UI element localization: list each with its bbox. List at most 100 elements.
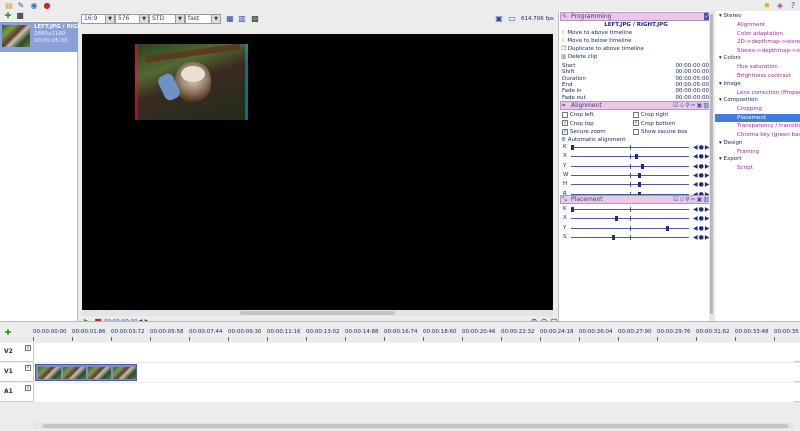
effect-item[interactable]: Script	[715, 164, 800, 172]
effect-item[interactable]: Brightness contrast	[715, 72, 800, 80]
grid-icon[interactable]: ▩	[250, 14, 260, 24]
field-value[interactable]: 00:00:00:00	[675, 95, 709, 101]
slider-knob[interactable]	[666, 225, 670, 231]
placement-header[interactable]: ⤡ Placement ☑✩⚲✂▣▥	[560, 195, 713, 204]
image-view-icon[interactable]: ▦	[225, 14, 235, 24]
slider-knob[interactable]	[638, 172, 642, 178]
field-value[interactable]: 00:00:00:00	[675, 88, 709, 94]
track-enable-checkbox[interactable]: ✓	[25, 365, 31, 371]
slider-track[interactable]	[571, 182, 689, 188]
edit-icon[interactable]: ✎	[16, 1, 26, 11]
new-project-icon[interactable]: ▤	[4, 1, 14, 11]
effect-category[interactable]: ▾ Stereo	[719, 13, 741, 19]
checkbox[interactable]	[633, 111, 639, 118]
slider-knob[interactable]	[634, 154, 638, 160]
checkbox[interactable]	[633, 128, 639, 135]
field-value[interactable]: 00:00:00:00	[675, 69, 709, 75]
alignment-option[interactable]: Crop right	[633, 111, 669, 119]
chevron-down-icon[interactable]: ▼	[211, 15, 220, 23]
slider-controls[interactable]: ◀●▶	[693, 153, 710, 160]
track-lane[interactable]	[33, 343, 794, 362]
track-enable-checkbox[interactable]: ✓	[25, 385, 31, 391]
effect-item[interactable]: Framing	[715, 148, 800, 156]
slider-controls[interactable]: ◀●▶	[693, 225, 710, 232]
effect-item[interactable]: Hue saturation	[715, 63, 800, 71]
record-icon[interactable]: ●	[42, 1, 52, 11]
alignment-option[interactable]: ✓ Secure zoom	[562, 128, 606, 136]
track-lane[interactable]	[33, 383, 794, 402]
slider-knob[interactable]	[615, 216, 619, 222]
checkbox[interactable]: ✓	[562, 120, 568, 126]
slider-track[interactable]	[571, 154, 689, 160]
slider-controls[interactable]: ◀●▶	[693, 144, 710, 151]
remove-icon[interactable]: ■	[15, 11, 25, 21]
bin-clip-item[interactable]: LEFT.JPG / RIGH 2880x2160 00:00:05:00	[0, 22, 82, 52]
slider-knob[interactable]	[571, 207, 574, 212]
alignment-tool-icons[interactable]: ☑✩⚲✂▣▥	[673, 102, 710, 109]
slider-track[interactable]	[571, 145, 689, 150]
effect-category[interactable]: ▾ Image	[719, 81, 741, 87]
track-lane[interactable]	[33, 363, 794, 382]
field-value[interactable]: 00:00:05:00	[675, 82, 709, 88]
alignment-header[interactable]: ⌗ Alignment ☑✩⚲✂▣▥	[560, 101, 713, 110]
effect-item[interactable]: 2D->depthmap->stereo	[715, 38, 800, 46]
duplicate-action[interactable]: ❐ Duplicate to above timeline	[561, 45, 644, 53]
move-below-action[interactable]: ⇩ Move to below timeline	[561, 37, 632, 45]
timeline-scrollbar[interactable]	[33, 423, 794, 429]
effect-item[interactable]: Stereo->depthmap->stereo	[715, 47, 800, 55]
preview-screen[interactable]	[82, 34, 553, 311]
slider-controls[interactable]: ◀●▶	[693, 172, 710, 179]
field-value[interactable]: 00:00:05:00	[675, 76, 709, 82]
chevron-down-icon[interactable]: ▼	[105, 15, 114, 23]
add-icon[interactable]: ✚	[3, 11, 13, 21]
color-palette-icon[interactable]: ◈	[775, 1, 785, 11]
slider-knob[interactable]	[571, 145, 574, 150]
track-enable-checkbox[interactable]: ✓	[25, 345, 31, 351]
timeline-ruler[interactable]: 00:00:00:00 00:00:01:86 00:00:03:72 00:00:0…	[33, 326, 799, 341]
slider-controls[interactable]: ◀●▶	[693, 163, 710, 170]
speed-select[interactable]: fast ▼	[185, 14, 221, 24]
alignment-option[interactable]: ✓ Crop bottom	[633, 120, 675, 128]
effect-item[interactable]: Cropping	[715, 105, 800, 113]
slider-knob[interactable]	[611, 234, 615, 240]
properties-scrollbar[interactable]	[709, 11, 714, 321]
effect-category[interactable]: ▾ Design	[719, 140, 743, 146]
move-above-action[interactable]: ⇧ Move to above timeline	[561, 29, 632, 37]
add-track-icon[interactable]: ✚	[3, 328, 13, 338]
chevron-down-icon[interactable]: ▼	[175, 15, 184, 23]
effect-item[interactable]: Color adaptation	[715, 30, 800, 38]
slider-track[interactable]	[571, 234, 689, 240]
slider-controls[interactable]: ◀●▶	[693, 234, 710, 241]
help-icon[interactable]: ?	[788, 1, 798, 11]
side-by-side-icon[interactable]: ▥	[237, 14, 247, 24]
aspect-select[interactable]: 16:9 ▼	[81, 14, 115, 24]
effect-item[interactable]: Placement	[715, 113, 800, 122]
slider-track[interactable]	[571, 172, 689, 178]
slider-controls[interactable]: ◀●▶	[693, 215, 710, 222]
alignment-option[interactable]: Crop left	[562, 111, 594, 119]
effect-item[interactable]: Chroma key (green background)	[715, 131, 800, 139]
placement-tool-icons[interactable]: ☑✩⚲✂▣▥	[673, 196, 710, 203]
timeline-clip[interactable]	[35, 364, 137, 381]
slider-controls[interactable]: ◀●▶	[693, 206, 710, 213]
effect-category[interactable]: ▾ Composition	[719, 97, 758, 103]
checkbox[interactable]	[562, 111, 568, 118]
lightbulb-icon[interactable]: ✹	[762, 1, 772, 11]
slider-track[interactable]	[571, 207, 689, 212]
slider-track[interactable]	[571, 225, 689, 231]
effect-category[interactable]: ▾ Export	[719, 156, 742, 162]
field-value[interactable]: 00:00:00:00	[675, 63, 709, 69]
delete-clip-action[interactable]: ▥ Delete clip	[561, 53, 597, 61]
checkbox[interactable]: ✓	[562, 128, 568, 135]
slider-knob[interactable]	[638, 182, 642, 188]
slider-track[interactable]	[571, 163, 689, 169]
alignment-option[interactable]: ✓ Crop top	[562, 120, 594, 128]
programming-header[interactable]: ✎ Programming ⤢	[560, 12, 713, 21]
checkbox[interactable]: ✓	[633, 120, 639, 126]
effect-category[interactable]: ▾ Colors	[719, 55, 741, 61]
effect-item[interactable]: Alignment	[715, 21, 800, 29]
monitor-icon[interactable]: ▣	[494, 14, 504, 24]
resolution-select[interactable]: 576 ▼	[115, 14, 149, 24]
slider-controls[interactable]: ◀●▶	[693, 181, 710, 188]
alignment-option[interactable]: Show secure box	[633, 128, 688, 136]
